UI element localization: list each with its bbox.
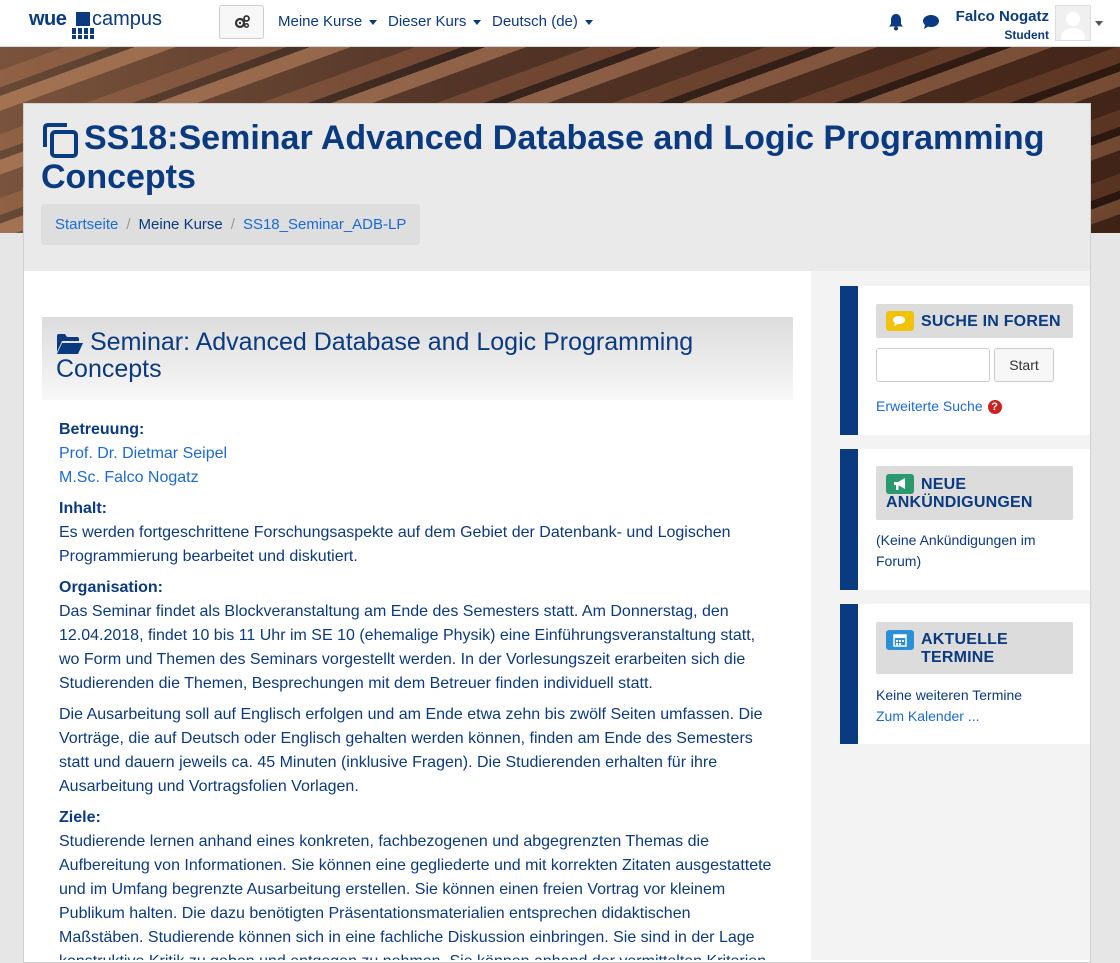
news-title-line2: ANKÜNDIGUNGEN: [886, 494, 1033, 511]
menu-meine-kurse[interactable]: Meine Kurse: [278, 13, 378, 30]
section-title: Seminar: Advanced Database and Logic Pro…: [56, 328, 694, 383]
betreuung-label: Betreuung:: [59, 421, 145, 438]
menu-language[interactable]: Deutsch (de): [492, 13, 593, 30]
megaphone-icon: [894, 478, 905, 490]
page-title: SS18:Seminar Advanced Database and Logic…: [41, 119, 1045, 196]
breadcrumb-separator: /: [230, 216, 235, 233]
events-empty-text: Keine weiteren Termine: [876, 687, 1023, 703]
logo-dots-lower: [72, 35, 96, 39]
breadcrumb-startseite[interactable]: Startseite: [55, 216, 118, 233]
events-block: AKTUELLE TERMINE Keine weiteren Termine …: [840, 604, 1090, 744]
chevron-down-icon: [584, 19, 593, 25]
events-title: AKTUELLE TERMINE: [921, 631, 1008, 667]
user-name[interactable]: Falco Nogatz: [956, 8, 1049, 25]
help-icon[interactable]: ?: [987, 400, 1002, 415]
breadcrumb-separator: /: [126, 216, 131, 233]
calendar-icon: [893, 634, 907, 647]
notifications-button[interactable]: [888, 13, 904, 36]
supervisor-link-seipel[interactable]: Prof. Dr. Dietmar Seipel: [59, 442, 774, 466]
advanced-search-link[interactable]: Erweiterte Suche: [876, 398, 983, 414]
events-header: AKTUELLE TERMINE: [876, 622, 1073, 674]
events-title-line2: TERMINE: [921, 649, 995, 666]
forum-search-title: SUCHE IN FOREN: [921, 313, 1061, 330]
main-content: Seminar: Advanced Database and Logic Pro…: [24, 271, 810, 960]
news-title-line1: NEUE: [921, 476, 967, 493]
avatar[interactable]: [1055, 5, 1091, 41]
inhalt-label: Inhalt:: [59, 500, 107, 517]
ziele-label: Ziele:: [59, 809, 101, 826]
news-block: NEUE ANKÜNDIGUNGEN (Keine Ankündigungen …: [840, 449, 1090, 590]
menu-dieser-kurs[interactable]: Dieser Kurs: [388, 13, 482, 30]
events-title-line1: AKTUELLE: [921, 631, 1008, 648]
supervisor-link-nogatz[interactable]: M.Sc. Falco Nogatz: [59, 466, 774, 490]
news-icon-badge: [886, 474, 914, 494]
events-icon-badge: [886, 630, 914, 650]
menu-language-label: Deutsch (de): [492, 13, 578, 30]
logo-dots: [72, 28, 96, 34]
user-menu-caret-icon[interactable]: [1095, 21, 1103, 26]
logo-text-wue: wue: [29, 8, 67, 30]
forum-search-input[interactable]: [876, 348, 990, 382]
logo-square: [76, 12, 90, 26]
inhalt-text: Es werden fortgeschrittene Forschungsasp…: [59, 524, 731, 565]
top-navbar: wue campus Meine Kurse Dieser Kurs Deuts…: [0, 0, 1120, 47]
user-role: Student: [1004, 28, 1049, 42]
ziele-text: Studierende lernen anhand eines konkrete…: [59, 833, 772, 960]
forum-search-start-button[interactable]: Start: [994, 348, 1054, 382]
messages-button[interactable]: [922, 14, 940, 35]
menu-meine-kurse-label: Meine Kurse: [278, 13, 363, 30]
forum-search-header: SUCHE IN FOREN: [876, 304, 1073, 338]
news-header: NEUE ANKÜNDIGUNGEN: [876, 466, 1073, 520]
news-title: NEUE ANKÜNDIGUNGEN: [886, 476, 1033, 512]
chevron-down-icon: [369, 19, 378, 25]
chat-bubble-icon: [923, 15, 939, 29]
advanced-search-row: Erweiterte Suche?: [876, 396, 1002, 417]
logo-text-campus: campus: [92, 8, 163, 30]
breadcrumb-meine-kurse: Meine Kurse: [138, 216, 223, 233]
forum-search-icon-badge: [886, 311, 914, 331]
comments-icon: [893, 316, 905, 326]
organisation-text-1: Das Seminar findet als Blockveranstaltun…: [59, 603, 756, 692]
events-info: Keine weiteren Termine Zum Kalender ...: [876, 685, 1022, 727]
course-summary: Betreuung: Prof. Dr. Dietmar Seipel M.Sc…: [59, 418, 774, 960]
menu-dieser-kurs-label: Dieser Kurs: [388, 13, 467, 30]
breadcrumb: Startseite / Meine Kurse / SS18_Seminar_…: [41, 204, 421, 245]
organisation-label: Organisation:: [59, 579, 164, 596]
breadcrumb-course[interactable]: SS18_Seminar_ADB-LP: [243, 216, 406, 233]
calendar-link[interactable]: Zum Kalender ...: [876, 708, 980, 724]
wuecampus-logo[interactable]: wue campus: [29, 8, 179, 39]
bell-icon: [889, 14, 903, 31]
news-empty-text: (Keine Ankündigungen im Forum): [876, 532, 1036, 569]
settings-button[interactable]: [219, 5, 264, 39]
chevron-down-icon: [473, 19, 482, 25]
organisation-text-2: Die Ausarbeitung soll auf Englisch erfol…: [59, 706, 763, 795]
section-header: Seminar: Advanced Database and Logic Pro…: [42, 317, 793, 400]
forum-search-block: SUCHE IN FOREN Start Erweiterte Suche?: [840, 286, 1090, 435]
gears-icon: [234, 15, 250, 29]
user-silhouette-icon: [1061, 12, 1085, 40]
